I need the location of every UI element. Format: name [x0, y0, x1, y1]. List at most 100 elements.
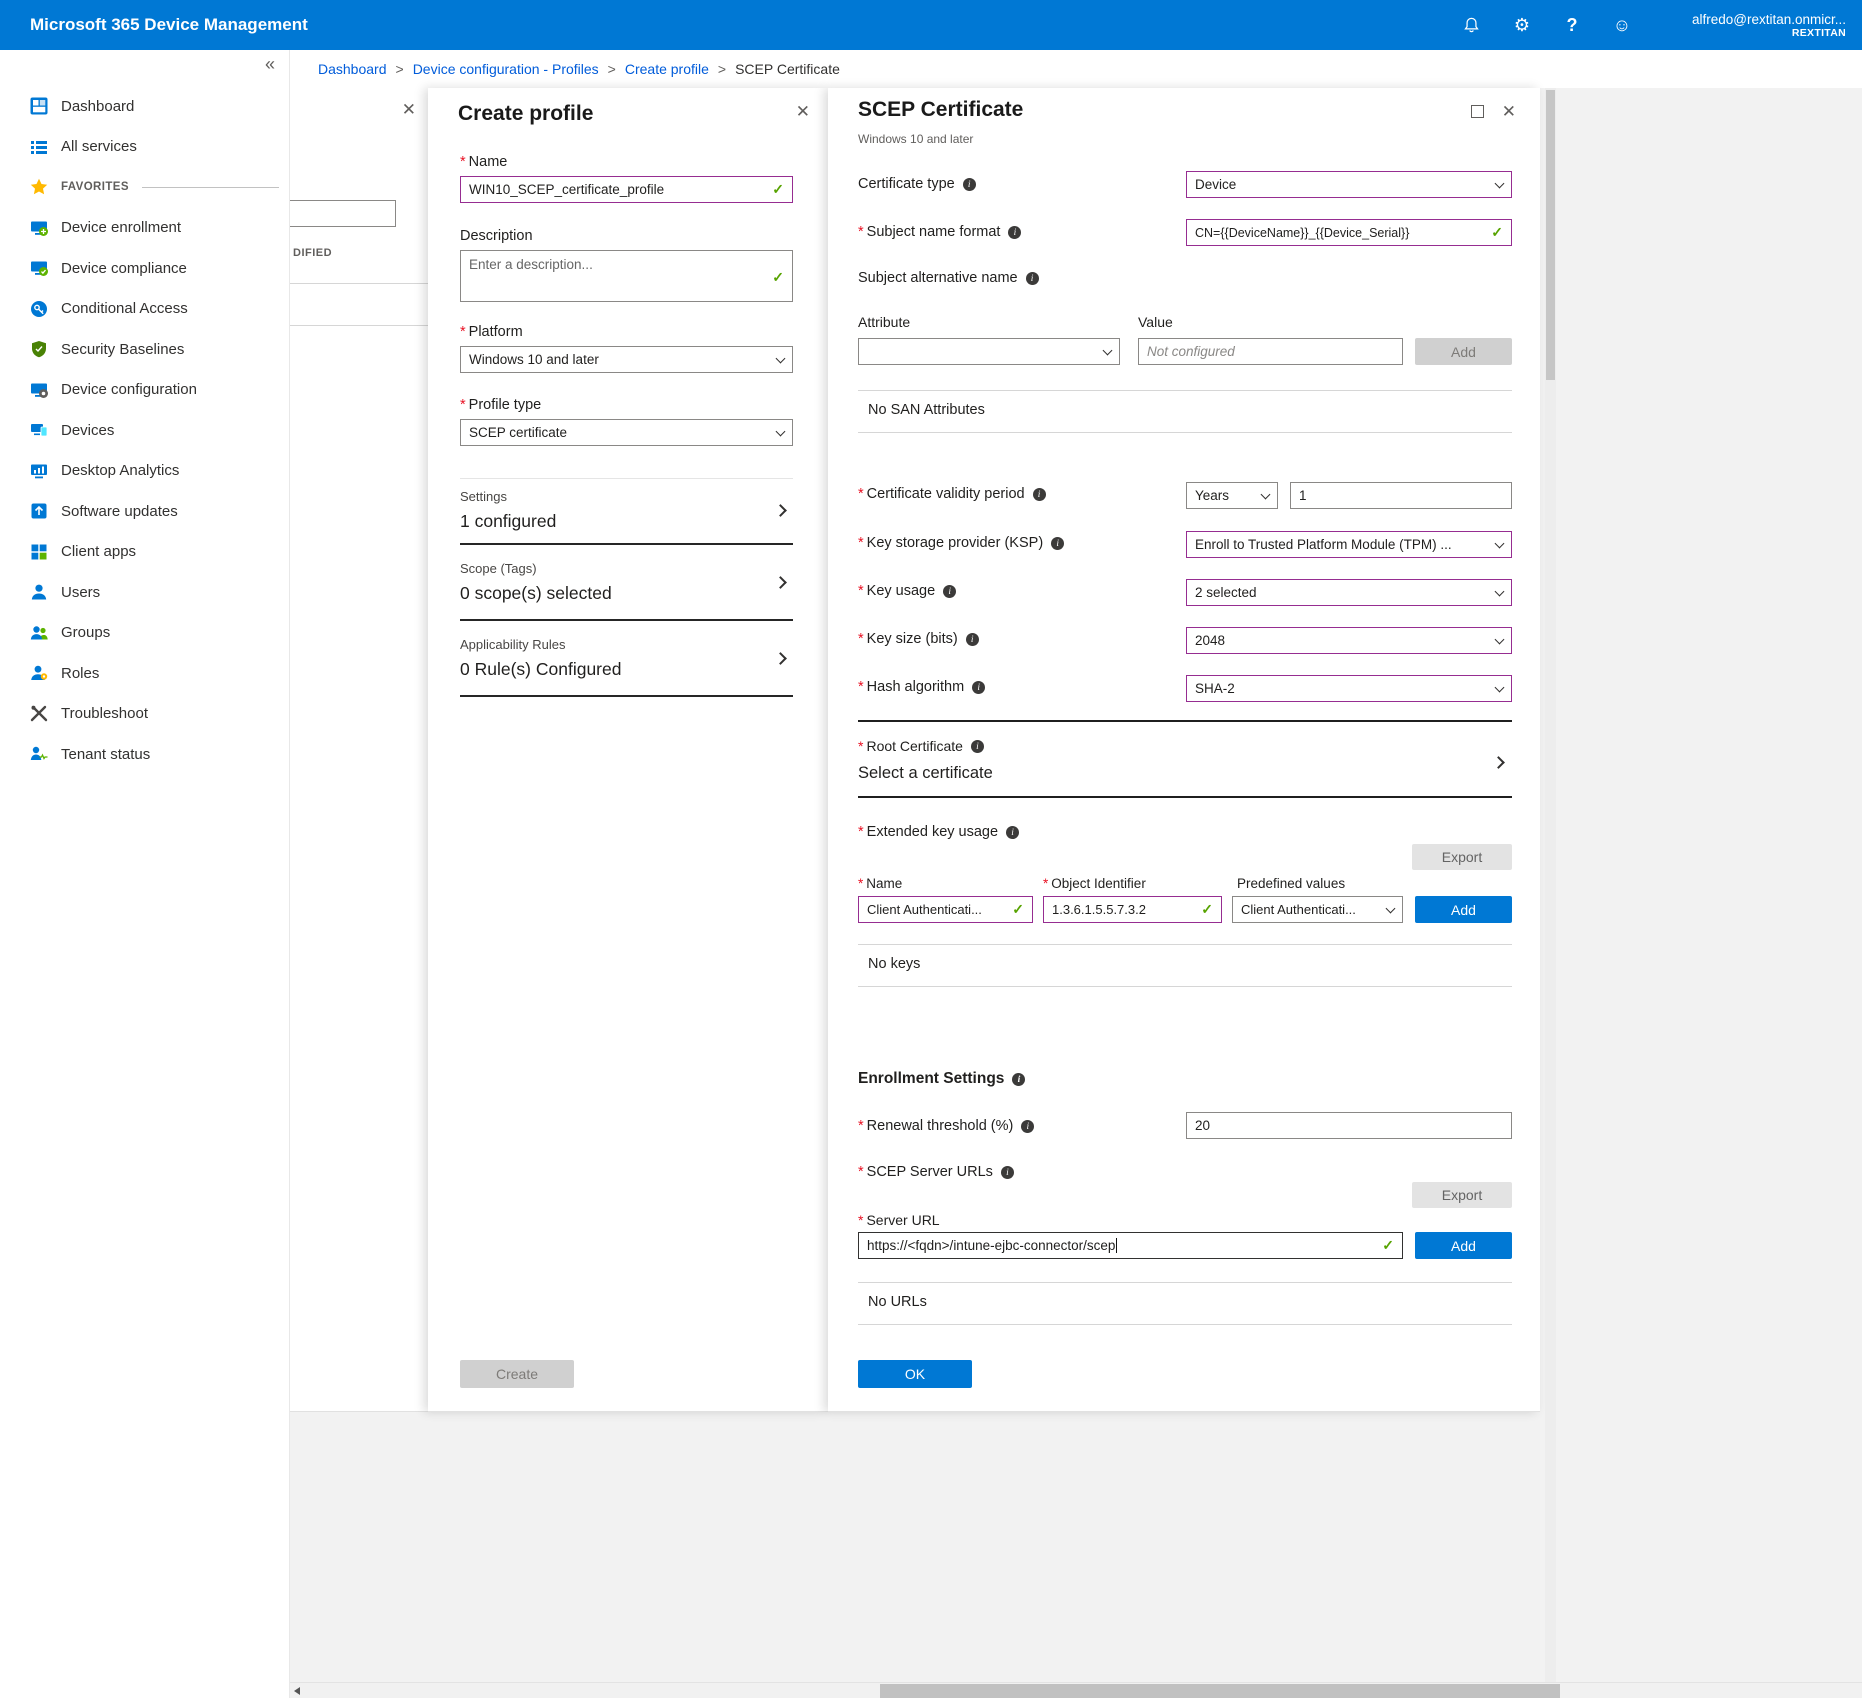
breadcrumb-create-profile[interactable]: Create profile: [625, 61, 709, 77]
sidebar-item-desktop-analytics[interactable]: Desktop Analytics: [0, 451, 289, 492]
info-icon[interactable]: [1008, 226, 1021, 239]
eku-predefined-values-header: Predefined values: [1237, 876, 1345, 891]
hash-algorithm-select[interactable]: SHA-2: [1186, 675, 1512, 702]
feedback-smiley-icon[interactable]: ☺: [1597, 15, 1647, 36]
sidebar-item-security-baselines[interactable]: Security Baselines: [0, 329, 289, 370]
sidebar-item-client-apps[interactable]: Client apps: [0, 532, 289, 573]
info-icon[interactable]: [1033, 488, 1046, 501]
eku-add-button[interactable]: Add: [1415, 896, 1512, 923]
horizontal-scrollbar: [290, 1682, 1862, 1698]
validity-value-input[interactable]: 1: [1290, 482, 1512, 509]
valid-check-icon: ✓: [1197, 901, 1213, 918]
san-attribute-select[interactable]: [858, 338, 1120, 365]
info-icon[interactable]: [943, 585, 956, 598]
name-label: Name: [460, 154, 507, 170]
urls-empty-text: No URLs: [868, 1294, 927, 1310]
certificate-type-select[interactable]: Device: [1186, 171, 1512, 198]
breadcrumb-separator: >: [718, 61, 726, 77]
info-icon[interactable]: [966, 633, 979, 646]
name-input[interactable]: WIN10_SCEP_certificate_profile ✓: [460, 176, 793, 203]
settings-gear-icon[interactable]: ⚙: [1497, 15, 1547, 36]
user-tenant: REXTITAN: [1692, 27, 1846, 39]
info-icon[interactable]: [1006, 826, 1019, 839]
create-button[interactable]: Create: [460, 1360, 574, 1388]
server-url-add-button[interactable]: Add: [1415, 1232, 1512, 1259]
troubleshoot-icon: [30, 705, 48, 723]
chevron-right-icon: [774, 504, 787, 517]
subject-name-format-input[interactable]: CN={{DeviceName}}_{{Device_Serial}} ✓: [1186, 219, 1512, 246]
maximize-icon[interactable]: [1471, 105, 1484, 118]
applicability-rules-row-label: Applicability Rules: [460, 637, 566, 652]
sidebar-item-tenant-status[interactable]: Tenant status: [0, 734, 289, 775]
info-icon[interactable]: [971, 740, 984, 753]
chevron-down-icon: [1495, 586, 1505, 596]
chevron-down-icon: [776, 353, 786, 363]
security-baselines-icon: [30, 340, 48, 358]
breadcrumb-device-configuration-profiles[interactable]: Device configuration - Profiles: [413, 61, 599, 77]
vertical-scrollbar-thumb[interactable]: [1546, 90, 1555, 380]
server-urls-export-button[interactable]: Export: [1412, 1182, 1512, 1208]
info-icon[interactable]: [1012, 1073, 1025, 1086]
server-url-input[interactable]: https://<fqdn>/intune-ejbc-connector/sce…: [858, 1232, 1403, 1259]
close-icon[interactable]: ✕: [402, 101, 416, 118]
ok-button[interactable]: OK: [858, 1360, 972, 1388]
settings-row[interactable]: Settings 1 configured: [460, 479, 793, 545]
notifications-bell-icon[interactable]: [1447, 17, 1497, 34]
breadcrumb-separator: >: [396, 61, 404, 77]
info-icon[interactable]: [972, 681, 985, 694]
sidebar-item-device-configuration[interactable]: Device configuration: [0, 370, 289, 411]
scope-tags-row[interactable]: Scope (Tags) 0 scope(s) selected: [460, 545, 793, 621]
root-certificate-label: Root Certificate: [858, 738, 984, 754]
app-header: Microsoft 365 Device Management ⚙ ? ☺ al…: [0, 0, 1862, 50]
sidebar-item-groups[interactable]: Groups: [0, 613, 289, 654]
sidebar-item-device-enrollment[interactable]: Device enrollment: [0, 208, 289, 249]
sidebar-item-device-compliance[interactable]: Device compliance: [0, 248, 289, 289]
applicability-rules-row[interactable]: Applicability Rules 0 Rule(s) Configured: [460, 621, 793, 697]
profiles-search-input[interactable]: [290, 200, 396, 227]
create-profile-sections: Settings 1 configured Scope (Tags) 0 sco…: [460, 478, 793, 697]
close-icon[interactable]: ✕: [796, 103, 810, 120]
profile-type-select[interactable]: SCEP certificate: [460, 419, 793, 446]
collapse-sidebar-button[interactable]: «: [265, 54, 275, 75]
key-usage-select[interactable]: 2 selected: [1186, 579, 1512, 606]
help-icon[interactable]: ?: [1547, 15, 1597, 36]
close-icon[interactable]: ✕: [1502, 103, 1516, 120]
breadcrumb-dashboard[interactable]: Dashboard: [318, 61, 387, 77]
account-menu[interactable]: alfredo@rextitan.onmicr... REXTITAN: [1692, 12, 1846, 39]
profiles-partial-column-header: DIFIED: [293, 247, 332, 259]
scep-panel-title: SCEP Certificate: [858, 98, 1023, 122]
sidebar-item-all-services[interactable]: All services: [0, 127, 289, 168]
info-icon[interactable]: [1001, 1166, 1014, 1179]
eku-export-button[interactable]: Export: [1412, 844, 1512, 870]
key-size-label: Key size (bits): [858, 631, 979, 647]
section-divider: [858, 796, 1512, 798]
scroll-left-arrow-icon[interactable]: [294, 1687, 300, 1695]
sidebar-item-roles[interactable]: Roles: [0, 653, 289, 694]
san-add-button[interactable]: Add: [1415, 338, 1512, 365]
key-size-select[interactable]: 2048: [1186, 627, 1512, 654]
validity-unit-select[interactable]: Years: [1186, 482, 1278, 509]
sidebar-item-troubleshoot[interactable]: Troubleshoot: [0, 694, 289, 735]
sidebar-item-devices[interactable]: Devices: [0, 410, 289, 451]
description-input[interactable]: Enter a description... ✓: [460, 250, 793, 302]
info-icon[interactable]: [963, 178, 976, 191]
info-icon[interactable]: [1026, 272, 1039, 285]
sidebar-item-users[interactable]: Users: [0, 572, 289, 613]
sidebar-item-dashboard[interactable]: Dashboard: [0, 86, 289, 127]
chevron-down-icon: [1495, 178, 1505, 188]
renewal-threshold-input[interactable]: 20: [1186, 1112, 1512, 1139]
root-certificate-picker[interactable]: Select a certificate: [858, 764, 993, 783]
key-storage-provider-select[interactable]: Enroll to Trusted Platform Module (TPM) …: [1186, 531, 1512, 558]
eku-object-identifier-input[interactable]: 1.3.6.1.5.5.7.3.2 ✓: [1043, 896, 1222, 923]
san-value-input[interactable]: Not configured: [1138, 338, 1403, 365]
sidebar-item-software-updates[interactable]: Software updates: [0, 491, 289, 532]
info-icon[interactable]: [1051, 537, 1064, 550]
certificate-validity-label: Certificate validity period: [858, 486, 1046, 502]
sidebar-item-conditional-access[interactable]: Conditional Access: [0, 289, 289, 330]
info-icon[interactable]: [1021, 1120, 1034, 1133]
eku-name-input[interactable]: Client Authenticati... ✓: [858, 896, 1033, 923]
eku-predefined-values-select[interactable]: Client Authenticati...: [1232, 896, 1403, 923]
valid-check-icon: ✓: [768, 181, 784, 198]
platform-select[interactable]: Windows 10 and later: [460, 346, 793, 373]
horizontal-scrollbar-thumb[interactable]: [880, 1684, 1560, 1698]
